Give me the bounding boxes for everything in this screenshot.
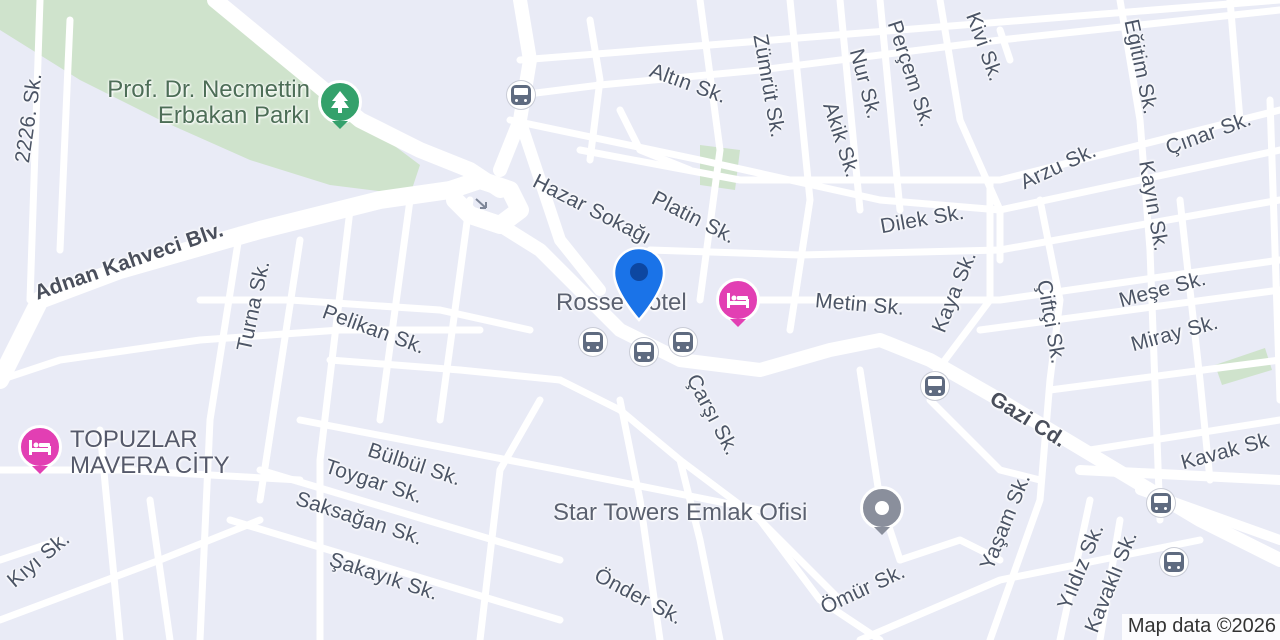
topuzlar-marker-tail: [32, 466, 48, 474]
map-attribution: Map data ©2026: [1121, 614, 1280, 640]
bus-stop-icon[interactable]: [1147, 489, 1175, 517]
map-canvas[interactable]: Adnan Kahveci Blv. Gazi Cd. Hazar Sokağı…: [0, 0, 1280, 640]
bed-icon[interactable]: [18, 425, 62, 469]
bus-stop-icon[interactable]: [579, 328, 607, 356]
bus-stop-icon[interactable]: [921, 372, 949, 400]
bus-stop-icon[interactable]: [630, 338, 658, 366]
bus-stop-icon[interactable]: [1160, 548, 1188, 576]
location-pin-icon[interactable]: [612, 246, 666, 322]
hotel-marker-tail: [730, 319, 746, 327]
tree-icon[interactable]: [318, 80, 362, 124]
star-towers-name[interactable]: Star Towers Emlak Ofisi: [553, 500, 807, 526]
topuzlar-line1: TOPUZLAR: [70, 426, 198, 453]
bus-stop-icon[interactable]: [507, 81, 535, 109]
bus-stop-icon[interactable]: [669, 328, 697, 356]
topuzlar-line2: MAVERA CİTY: [70, 452, 230, 479]
star-towers-marker-tail: [874, 527, 890, 535]
generic-place-icon[interactable]: [860, 486, 904, 530]
park-marker-tail: [332, 121, 348, 129]
bed-icon[interactable]: [716, 278, 760, 322]
topuzlar-name[interactable]: TOPUZLAR MAVERA CİTY: [70, 427, 230, 479]
park-name-line2: Erbakan Parkı: [157, 102, 310, 129]
one-way-arrow-icon: [475, 198, 487, 209]
park-name-line1: Prof. Dr. Necmettin: [107, 76, 310, 103]
park-name[interactable]: Prof. Dr. Necmettin Erbakan Parkı: [70, 77, 310, 129]
